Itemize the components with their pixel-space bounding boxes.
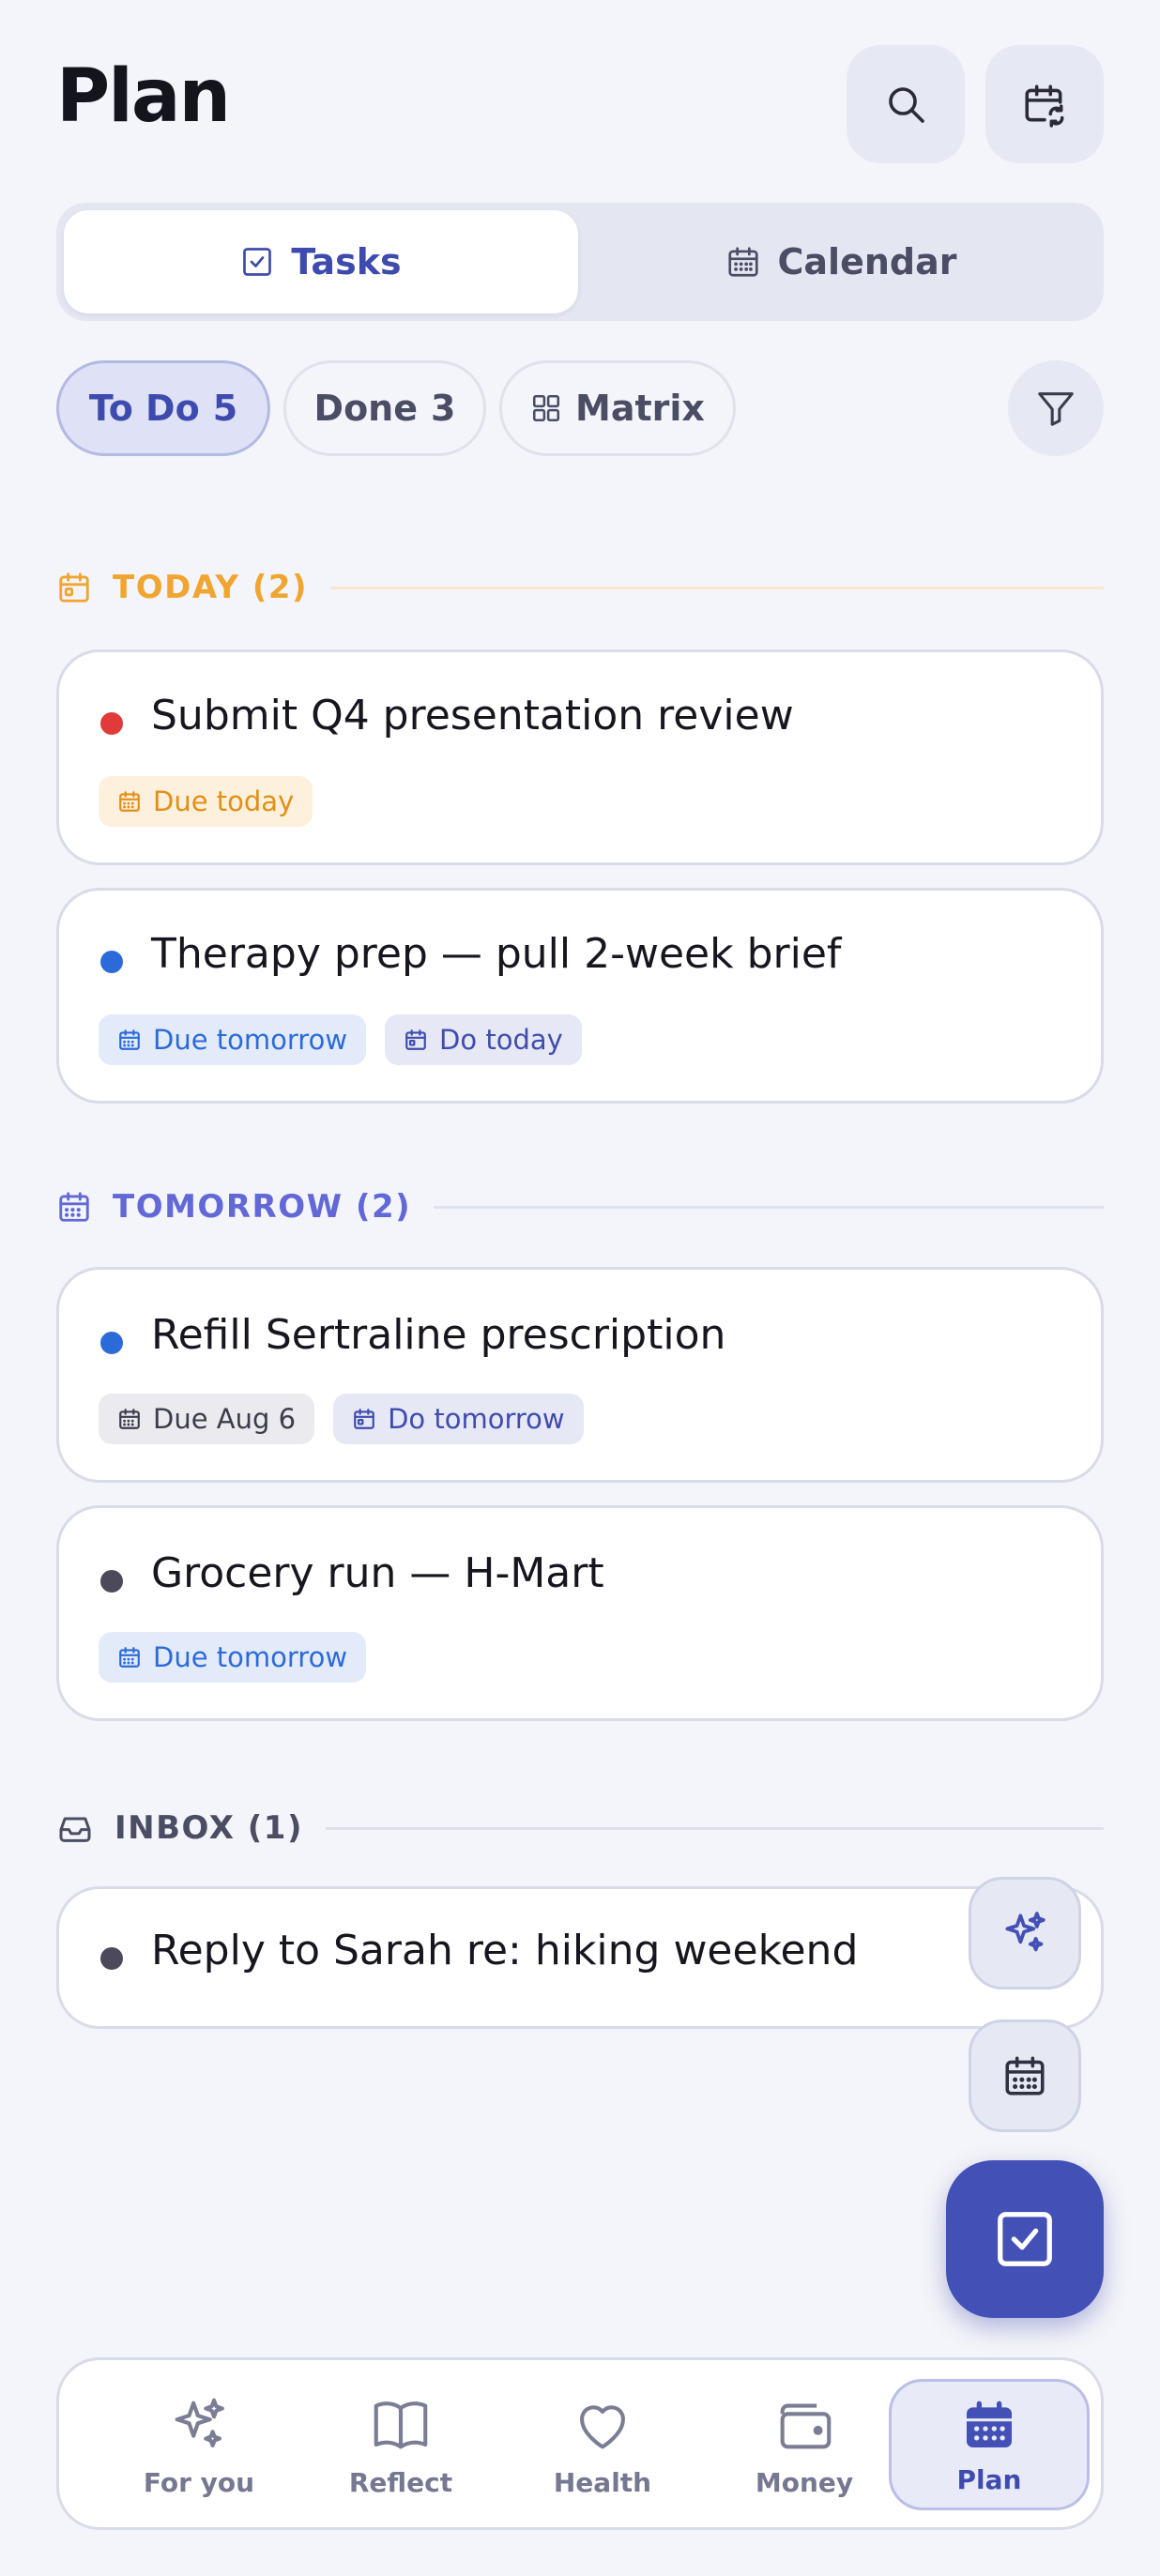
nav-for-you[interactable]: For you — [99, 2379, 299, 2510]
view-switcher: Tasks Calendar — [56, 203, 1104, 321]
tag-label: Due tomorrow — [153, 1641, 348, 1673]
nav-plan[interactable]: Plan — [889, 2379, 1090, 2510]
section-divider — [326, 1826, 1104, 1830]
search-icon — [883, 82, 928, 127]
tab-calendar-label: Calendar — [777, 241, 957, 282]
tab-tasks[interactable]: Tasks — [64, 210, 578, 313]
filter-matrix-chip[interactable]: Matrix — [499, 360, 736, 456]
section-inbox-label: INBOX (1) — [114, 1809, 303, 1847]
task-card[interactable]: Submit Q4 presentation review Due today — [56, 649, 1104, 865]
book-icon — [368, 2392, 434, 2458]
tag-label: Due today — [153, 785, 295, 817]
nav-label: For you — [143, 2466, 255, 2498]
filter-done-chip[interactable]: Done 3 — [283, 360, 486, 456]
do-tag: Do today — [385, 1014, 582, 1065]
wallet-icon — [771, 2392, 837, 2458]
header: Plan — [56, 45, 1104, 163]
calendar-day-icon — [352, 1407, 376, 1431]
calendar-icon — [1001, 2052, 1048, 2099]
nav-label: Reflect — [348, 2466, 453, 2498]
bottom-nav: For you Reflect Health Money Plan — [56, 2357, 1104, 2530]
task-card[interactable]: Grocery run — H-Mart Due tomorrow — [56, 1505, 1104, 1721]
calendar-sync-button[interactable] — [985, 45, 1104, 163]
priority-dot — [100, 951, 123, 973]
task-card[interactable]: Therapy prep — pull 2-week brief Due tom… — [56, 888, 1104, 1104]
ai-assist-button[interactable] — [969, 1877, 1081, 1989]
sparkles-icon — [166, 2392, 232, 2458]
tag-label: Due Aug 6 — [153, 1403, 297, 1435]
calendar-day-icon — [56, 570, 92, 605]
task-tags: Due today — [99, 776, 313, 827]
checkbox-icon — [240, 245, 274, 279]
section-today-label: TODAY (2) — [113, 569, 309, 606]
grid-icon — [530, 392, 562, 424]
task-title: Therapy prep — pull 2-week brief — [151, 930, 842, 978]
nav-money[interactable]: Money — [704, 2379, 905, 2510]
calendar-sync-icon — [1021, 81, 1068, 128]
section-inbox-header: INBOX (1) — [56, 1806, 1104, 1851]
calendar-icon — [959, 2395, 1019, 2455]
heart-icon — [570, 2392, 635, 2458]
due-tag: Due Aug 6 — [99, 1394, 315, 1444]
calendar-icon — [725, 244, 761, 280]
filter-matrix-label: Matrix — [575, 388, 705, 429]
nav-label: Health — [553, 2466, 652, 2498]
tab-calendar[interactable]: Calendar — [586, 210, 1096, 313]
nav-label: Money — [755, 2466, 854, 2498]
task-tags: Due tomorrow — [99, 1632, 367, 1683]
task-title: Refill Sertraline prescription — [151, 1311, 726, 1359]
inbox-icon — [56, 1809, 94, 1847]
priority-dot — [100, 712, 123, 735]
task-title: Grocery run — H-Mart — [151, 1549, 604, 1597]
tag-label: Due tomorrow — [153, 1024, 348, 1056]
due-tag: Due today — [99, 776, 313, 827]
task-title: Submit Q4 presentation review — [151, 692, 794, 739]
task-title: Reply to Sarah re: hiking weekend — [151, 1927, 859, 1974]
section-divider — [434, 1205, 1104, 1209]
filter-todo-count: 5 — [212, 388, 238, 429]
calendar-icon — [117, 789, 142, 814]
sparkles-icon — [999, 1907, 1051, 1959]
filter-done-count: 3 — [431, 388, 456, 429]
calendar-icon — [117, 1645, 142, 1669]
nav-health[interactable]: Health — [502, 2379, 703, 2510]
filter-button[interactable] — [1008, 360, 1104, 456]
calendar-icon — [117, 1028, 142, 1052]
filter-todo-chip[interactable]: To Do 5 — [56, 360, 270, 456]
due-tag: Due tomorrow — [99, 1014, 367, 1065]
tag-label: Do today — [439, 1024, 563, 1056]
calendar-icon — [117, 1407, 142, 1431]
section-tomorrow-label: TOMORROW (2) — [113, 1188, 412, 1226]
page-title: Plan — [56, 54, 231, 139]
priority-dot — [100, 1570, 123, 1593]
tab-tasks-label: Tasks — [291, 241, 402, 282]
priority-dot — [100, 1332, 123, 1354]
task-card[interactable]: Refill Sertraline prescription Due Aug 6… — [56, 1267, 1104, 1483]
checkbox-icon — [992, 2206, 1058, 2272]
filter-done-label: Done — [313, 388, 419, 429]
section-tomorrow-header: TOMORROW (2) — [56, 1184, 1104, 1229]
task-card[interactable]: Reply to Sarah re: hiking weekend — [56, 1886, 1104, 2029]
filter-todo-label: To Do — [88, 388, 200, 429]
section-divider — [330, 586, 1104, 589]
schedule-button[interactable] — [969, 2020, 1081, 2132]
search-button[interactable] — [847, 45, 965, 163]
task-tags: Due Aug 6 Do tomorrow — [99, 1394, 584, 1444]
do-tag: Do tomorrow — [333, 1394, 584, 1444]
due-tag: Due tomorrow — [99, 1632, 367, 1683]
task-tags: Due tomorrow Do today — [99, 1014, 582, 1065]
nav-reflect[interactable]: Reflect — [300, 2379, 501, 2510]
section-today-header: TODAY (2) — [56, 565, 1104, 610]
priority-dot — [100, 1947, 123, 1970]
filter-icon — [1034, 387, 1077, 430]
calendar-icon — [56, 1189, 92, 1225]
add-task-fab[interactable] — [946, 2160, 1104, 2318]
tag-label: Do tomorrow — [388, 1403, 565, 1435]
nav-label: Plan — [956, 2463, 1022, 2495]
calendar-day-icon — [404, 1028, 428, 1052]
